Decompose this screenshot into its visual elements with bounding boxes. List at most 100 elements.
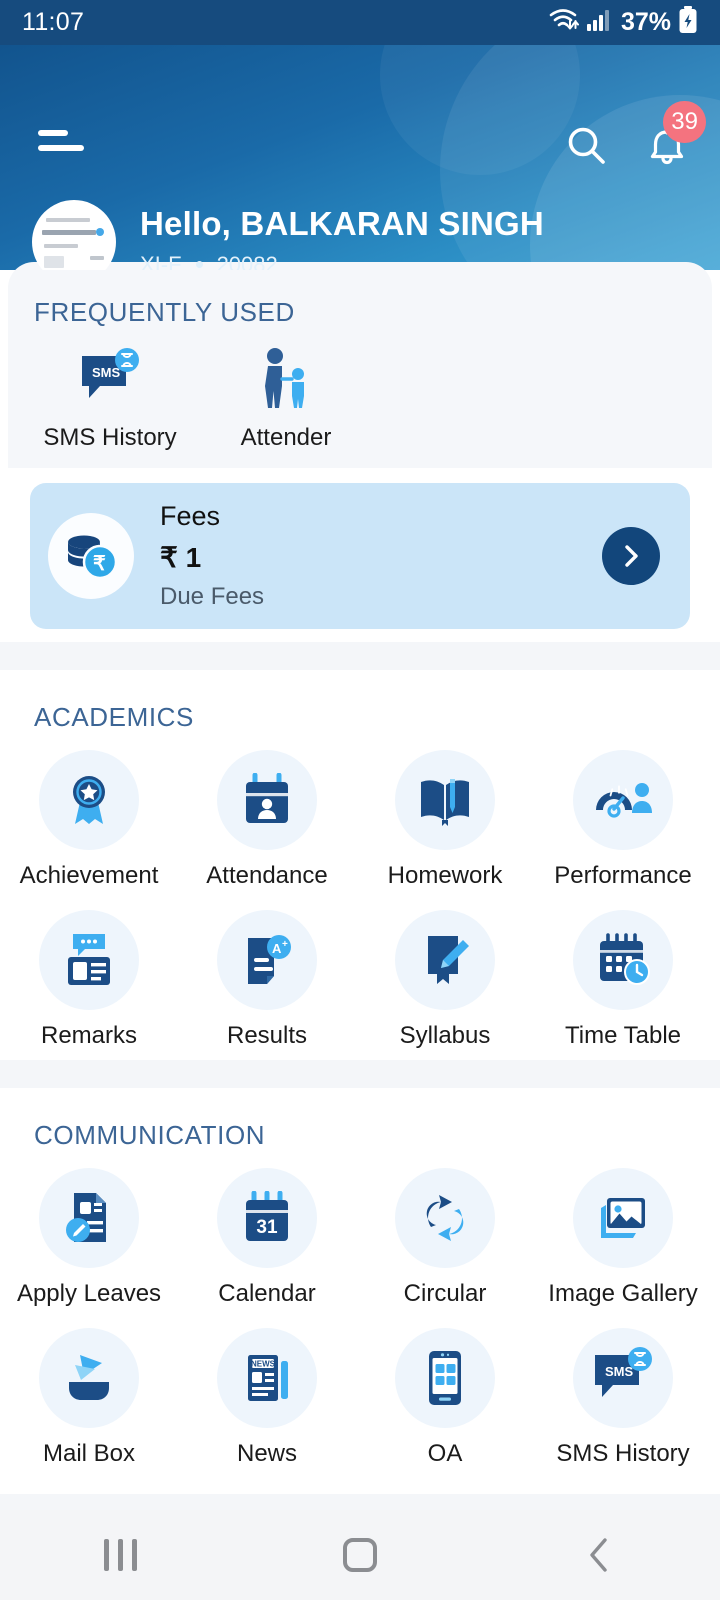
svg-text:₹: ₹ — [93, 553, 106, 575]
communication-label: Circular — [403, 1280, 487, 1307]
app-header: 39 Hello, BALKARAN SINGH XI-F 20082 — [0, 45, 720, 270]
profile-meta: XI-F 20082 — [140, 252, 544, 270]
academics-label: Achievement — [19, 862, 159, 889]
cellular-signal-icon — [586, 8, 610, 37]
communication-item-mail-box[interactable]: Mail Box — [0, 1328, 178, 1468]
academics-item-homework[interactable]: Homework — [356, 750, 534, 890]
academics-title: ACADEMICS — [34, 702, 194, 732]
section-divider — [0, 642, 720, 670]
meta-separator-dot — [195, 261, 203, 269]
communication-item-circular[interactable]: Circular — [356, 1168, 534, 1308]
academics-item-remarks[interactable]: Remarks — [0, 910, 178, 1050]
home-icon[interactable] — [300, 1510, 420, 1600]
news-tag-text: NEWS — [251, 1360, 276, 1369]
status-bar-indicators: 37% — [549, 6, 698, 39]
calendar-clock-icon — [573, 910, 673, 1010]
frequently-used-title: FREQUENTLY USED — [34, 297, 295, 327]
status-bar: 11:07 37% — [0, 0, 720, 45]
academics-label: Syllabus — [399, 1022, 491, 1049]
fees-subtitle: Due Fees — [160, 583, 265, 610]
recent-apps-icon[interactable] — [60, 1510, 180, 1600]
coins-rupee-icon: ₹ — [48, 513, 134, 599]
leave-form-icon — [39, 1168, 139, 1268]
calendar-person-icon — [217, 750, 317, 850]
frequently-used-list: SMS SMS History Attender — [22, 346, 374, 452]
frequently-used-label: SMS History — [43, 424, 177, 451]
avatar[interactable] — [32, 200, 116, 270]
academics-item-results[interactable]: A + Results — [178, 910, 356, 1050]
communication-item-apply-leaves[interactable]: Apply Leaves — [0, 1168, 178, 1308]
communication-item-oa[interactable]: OA — [356, 1328, 534, 1468]
fees-section: ₹ Fees ₹ 1 Due Fees — [0, 468, 720, 642]
communication-label: Image Gallery — [548, 1280, 698, 1307]
battery-charging-icon — [678, 6, 698, 39]
communication-label: Calendar — [218, 1280, 316, 1307]
hamburger-menu-icon[interactable] — [38, 130, 84, 156]
profile-block[interactable]: Hello, BALKARAN SINGH XI-F 20082 — [32, 200, 544, 270]
communication-grid: Apply Leaves 31 Calendar Circular Image … — [0, 1168, 720, 1488]
calendar-day-number: 31 — [256, 1217, 278, 1238]
academics-label: Performance — [554, 862, 692, 889]
notifications-button[interactable]: 39 — [644, 101, 706, 169]
academics-label: Results — [226, 1022, 308, 1049]
fees-amount: ₹ 1 — [160, 542, 202, 573]
fees-text: Fees ₹ 1 Due Fees — [160, 501, 602, 611]
chevron-right-icon[interactable] — [602, 527, 660, 585]
svg-text:A: A — [272, 941, 282, 956]
sms-history-icon: SMS — [573, 1328, 673, 1428]
communication-label: SMS History — [556, 1440, 690, 1467]
communication-label: Mail Box — [42, 1440, 136, 1467]
circular-refresh-icon — [395, 1168, 495, 1268]
communication-label: News — [236, 1440, 297, 1467]
search-icon[interactable] — [564, 123, 610, 169]
app-screen: 11:07 37% 39 Hello, BALKARAN SINGH XI-F … — [0, 0, 720, 1600]
mobile-app-icon — [395, 1328, 495, 1428]
communication-item-sms-history[interactable]: SMS SMS History — [534, 1328, 712, 1468]
academics-item-performance[interactable]: Performance — [534, 750, 712, 890]
fees-card[interactable]: ₹ Fees ₹ 1 Due Fees — [30, 483, 690, 629]
academics-label: Attendance — [206, 862, 328, 889]
communication-item-calendar[interactable]: 31 Calendar — [178, 1168, 356, 1308]
svg-text:SMS: SMS — [605, 1364, 634, 1379]
profile-text: Hello, BALKARAN SINGH XI-F 20082 — [140, 206, 544, 270]
status-bar-clock: 11:07 — [22, 8, 85, 36]
communication-item-image-gallery[interactable]: Image Gallery — [534, 1168, 712, 1308]
academics-label: Homework — [387, 862, 503, 889]
communication-label: Apply Leaves — [16, 1280, 162, 1307]
result-grade-icon: A + — [217, 910, 317, 1010]
header-actions: 39 — [564, 101, 706, 169]
calendar-31-icon: 31 — [217, 1168, 317, 1268]
nav-divider — [0, 1494, 720, 1510]
frequently-used-item-attender[interactable]: Attender — [198, 346, 374, 452]
communication-title: COMMUNICATION — [34, 1120, 266, 1150]
class-section: XI-F — [140, 251, 182, 270]
academics-label: Remarks — [40, 1022, 137, 1049]
image-gallery-icon — [573, 1168, 673, 1268]
academics-item-achievement[interactable]: Achievement — [0, 750, 178, 890]
communication-item-news[interactable]: NEWS News — [178, 1328, 356, 1468]
wifi-icon — [549, 7, 579, 38]
academics-item-attendance[interactable]: Attendance — [178, 750, 356, 890]
mailbox-icon — [39, 1328, 139, 1428]
medal-icon — [39, 750, 139, 850]
svg-text:SMS: SMS — [92, 365, 121, 380]
student-id: 20082 — [216, 251, 278, 270]
news-icon: NEWS — [217, 1328, 317, 1428]
frequently-used-card: FREQUENTLY USED SMS SMS History Attender — [8, 262, 712, 468]
communication-section: COMMUNICATION Apply Leaves 31 Calendar C… — [0, 1088, 720, 1468]
section-divider — [0, 1060, 720, 1088]
communication-label: OA — [427, 1440, 463, 1467]
back-chevron-icon[interactable] — [540, 1510, 660, 1600]
academics-item-time-table[interactable]: Time Table — [534, 910, 712, 1050]
sms-history-icon: SMS — [78, 346, 142, 412]
attender-icon — [258, 346, 314, 412]
syllabus-pencil-icon — [395, 910, 495, 1010]
frequently-used-item-sms-history[interactable]: SMS SMS History — [22, 346, 198, 452]
fees-title: Fees — [160, 501, 221, 531]
academics-grid: Achievement Attendance Homework Performa… — [0, 750, 720, 1070]
frequently-used-label: Attender — [240, 424, 332, 451]
greeting-text: Hello, BALKARAN SINGH — [140, 205, 544, 243]
academics-label: Time Table — [564, 1022, 682, 1049]
academics-item-syllabus[interactable]: Syllabus — [356, 910, 534, 1050]
android-navigation-bar — [0, 1510, 720, 1600]
